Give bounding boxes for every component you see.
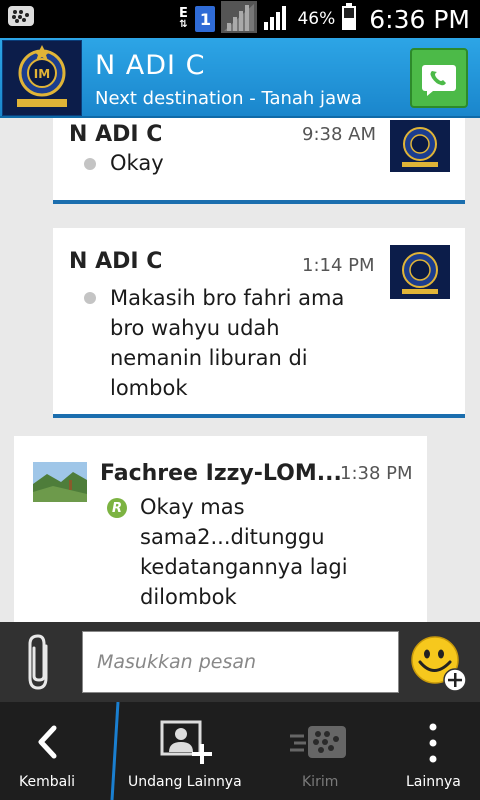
more-options-button[interactable]: Lainnya [390,702,480,800]
smiley-add-icon [411,636,467,692]
bbm-notification-icon [8,6,34,32]
action-bar-divider [110,702,120,800]
sender-avatar [390,120,450,176]
bottom-action-bar: Kembali Undang Lainnya Kirim Lainnya [0,702,480,800]
network-type-icon: E ⇅ [179,6,188,30]
clock: 6:36 PM [369,4,470,34]
call-button[interactable] [410,48,468,108]
message-text: Makasih bro fahri ama bro wahyu udah nem… [110,286,345,400]
message-text: Okay mas sama2...ditunggu kedatangannya … [140,495,348,609]
read-receipt-icon: R [107,498,127,518]
battery-percent: 46% [297,9,336,29]
message-sender: N ADI C [69,122,163,147]
message-sender: N ADI C [69,249,163,274]
message-text: Okay [110,151,164,175]
contact-name: N ADI C [95,50,206,81]
back-label: Kembali [19,774,75,790]
delivered-dot-icon [84,158,96,170]
message-timestamp: 9:38 AM [302,124,376,145]
message-input[interactable] [82,631,399,693]
svg-text:IM: IM [34,67,50,81]
add-contact-icon [160,720,212,764]
inter-club-logo-icon: IM [3,41,81,115]
more-vertical-icon [429,723,437,763]
message-bubble[interactable]: N ADI C 9:38 AM Okay [53,118,465,204]
phone-call-icon [422,65,456,96]
chevron-left-icon [38,725,57,759]
back-button[interactable]: Kembali [0,702,100,800]
message-timestamp: 1:38 PM [340,463,413,484]
landscape-photo-icon [33,462,87,502]
message-bubble[interactable]: Fachree Izzy-LOM... 1:38 PM R Okay mas s… [14,436,427,622]
signal-strength-2-icon [263,4,291,34]
message-timestamp: 1:14 PM [302,255,375,276]
status-bar: E ⇅ 1 46% 6:36 PM [0,0,480,38]
attach-button[interactable] [22,632,58,692]
paperclip-icon [28,634,48,690]
invite-more-label: Undang Lainnya [128,774,242,790]
inter-club-logo-icon [390,120,450,172]
sim-card-icon: 1 [195,6,216,32]
emoticon-button[interactable] [410,635,468,693]
contact-avatar[interactable]: IM [2,40,82,116]
send-label: Kirim [302,774,339,790]
inter-club-logo-icon [390,245,450,299]
sender-avatar [390,245,450,301]
invite-more-button[interactable]: Undang Lainnya [120,702,250,800]
more-options-label: Lainnya [406,774,461,790]
message-list[interactable]: N ADI C 9:38 AM Okay N ADI C 1:14 PM Mak… [0,118,480,622]
message-bubble[interactable]: N ADI C 1:14 PM Makasih bro fahri ama br… [53,228,465,418]
contact-status-message: Next destination - Tanah jawa [95,88,362,109]
conversation-header: IM N ADI C Next destination - Tanah jawa [0,38,480,118]
signal-strength-icon [221,1,258,37]
sender-avatar [33,462,93,518]
bbm-send-icon [290,726,346,758]
message-sender: Fachree Izzy-LOM... [100,461,342,486]
send-button[interactable]: Kirim [270,702,370,800]
battery-icon [341,3,357,35]
compose-bar [0,622,480,702]
delivered-dot-icon [84,292,96,304]
